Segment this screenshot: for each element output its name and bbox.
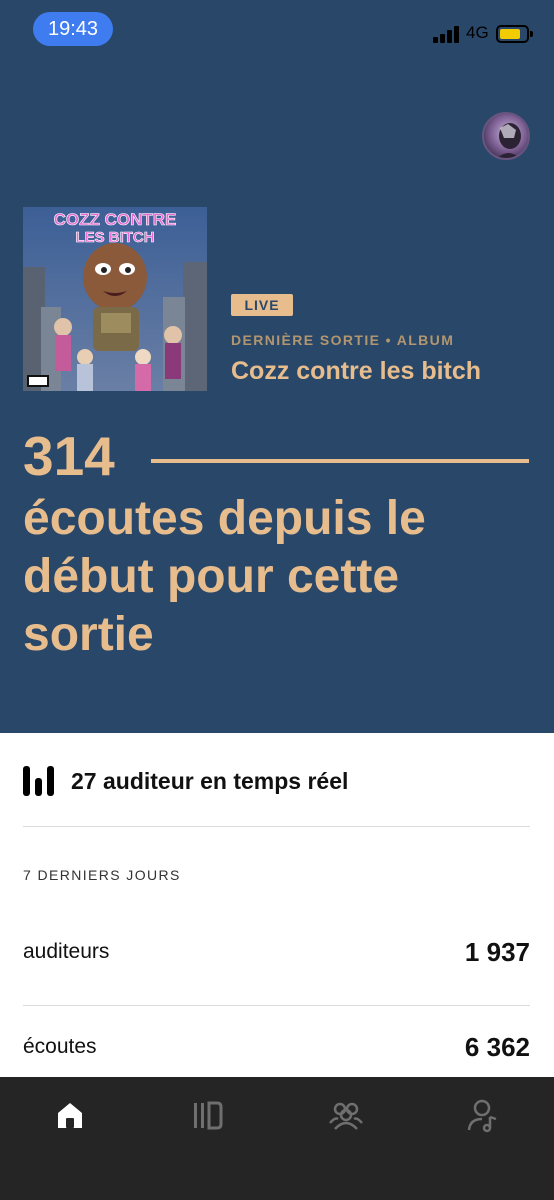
live-badge: LIVE [231,294,293,316]
equalizer-icon [23,766,57,796]
network-type: 4G [466,23,489,42]
section-label-7-days: 7 DERNIERS JOURS [23,867,181,883]
profile-music-icon [467,1099,497,1133]
realtime-listeners[interactable]: 27 auditeur en temps réel [23,756,348,806]
status-time[interactable]: 19:43 [33,12,113,46]
stat-value: 6 362 [464,1031,530,1062]
stat-value: 1 937 [464,936,530,967]
realtime-text: 27 auditeur en temps réel [71,767,349,794]
tab-bar [0,1077,554,1200]
streams-count: 314 [23,425,115,487]
album-cover[interactable]: COZZ CONTRE LES BITCH [23,207,207,391]
stat-label: écoutes [23,1035,97,1058]
library-icon [194,1101,223,1130]
battery-icon [496,25,533,43]
streams-caption: écoutes depuis le début pour cette sorti… [23,492,426,661]
release-kind: DERNIÈRE SORTIE • ALBUM [231,332,455,348]
home-icon [58,1103,82,1128]
avatar[interactable] [482,112,530,160]
divider [23,1005,530,1006]
audience-icon [329,1102,363,1130]
cover-title-line1: COZZ CONTRE [54,210,177,229]
tab-home[interactable] [50,1095,90,1135]
divider-rule [151,459,529,463]
divider [23,826,530,827]
status-bar: 19:43 4G [0,0,554,60]
signal-icon [433,25,463,43]
release-title[interactable]: Cozz contre les bitch [231,357,481,386]
tab-audience[interactable] [326,1095,366,1135]
tab-profile[interactable] [464,1095,504,1135]
cover-title-line2: LES BITCH [75,229,154,246]
stat-row-streams: écoutes 6 362 [23,1027,530,1067]
stat-row-listeners: auditeurs 1 937 [23,932,530,972]
tab-library[interactable] [187,1095,227,1135]
stat-label: auditeurs [23,940,110,963]
